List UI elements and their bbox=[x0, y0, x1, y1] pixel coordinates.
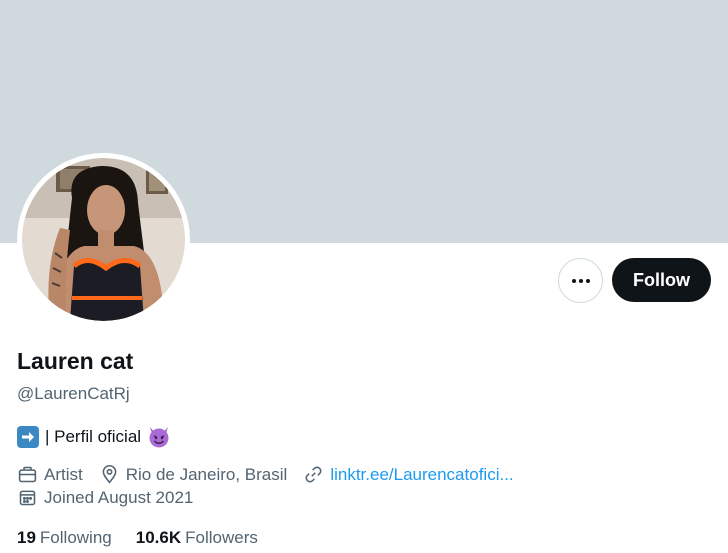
follow-button[interactable]: Follow bbox=[612, 258, 711, 302]
following-label: Following bbox=[39, 528, 112, 547]
followers-count: 10.6K bbox=[135, 528, 182, 547]
bio-text: | Perfil oficial bbox=[45, 427, 142, 446]
profile-avatar[interactable] bbox=[17, 153, 190, 326]
more-dots-icon bbox=[571, 278, 590, 283]
link-icon bbox=[305, 466, 322, 483]
briefcase-icon bbox=[18, 466, 37, 483]
location: Rio de Janeiro, Brasil bbox=[99, 464, 288, 485]
joined-label: Joined August 2021 bbox=[44, 487, 194, 507]
website: linktr.ee/Laurencatofici... bbox=[303, 464, 514, 485]
occupation-label: Artist bbox=[44, 464, 83, 484]
following-count: 19 bbox=[17, 528, 36, 547]
website-link[interactable]: linktr.ee/Laurencatofici... bbox=[330, 465, 513, 485]
occupation: Artist bbox=[17, 464, 83, 485]
joined-row: Joined August 2021 bbox=[17, 487, 209, 508]
smiling-devil-emoji-icon bbox=[149, 427, 169, 448]
bio: | Perfil oficial bbox=[17, 425, 171, 449]
map-pin-icon bbox=[102, 464, 117, 484]
location-label: Rio de Janeiro, Brasil bbox=[125, 464, 288, 484]
joined: Joined August 2021 bbox=[17, 487, 193, 508]
profile-stats: 19 Following 10.6K Followers bbox=[17, 528, 282, 548]
followers-label: Followers bbox=[185, 528, 258, 547]
profile-meta-row: Artist Rio de Janeiro, Brasil linktr.ee/… bbox=[17, 464, 530, 485]
following-link[interactable]: 19 Following bbox=[17, 528, 112, 548]
avatar-image bbox=[22, 158, 185, 321]
followers-link[interactable]: 10.6K Followers bbox=[136, 528, 258, 548]
handle: @LaurenCatRj bbox=[17, 384, 130, 403]
right-arrow-emoji-icon bbox=[17, 426, 39, 448]
more-options-button[interactable] bbox=[558, 258, 603, 303]
display-name: Lauren cat bbox=[17, 348, 134, 374]
calendar-icon bbox=[19, 490, 36, 506]
